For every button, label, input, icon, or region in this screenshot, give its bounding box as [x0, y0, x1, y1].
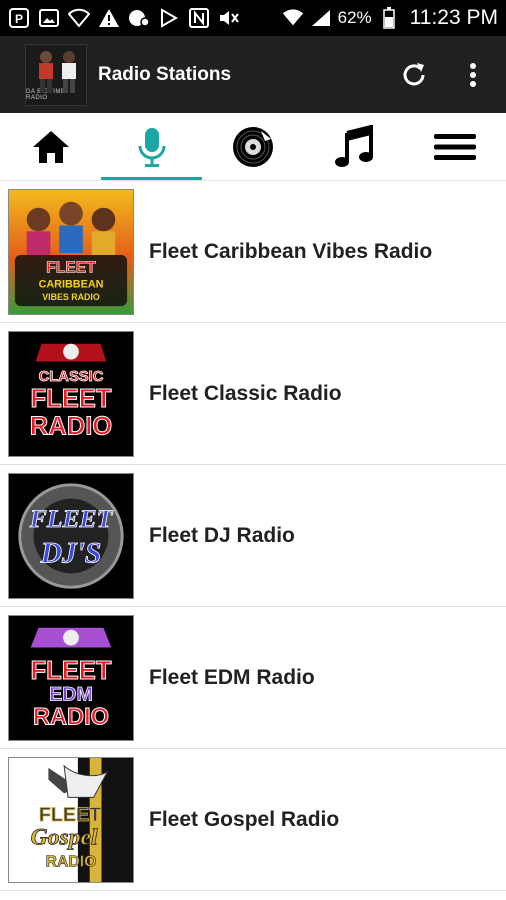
logo-line-3: VIBES RADIO	[42, 292, 100, 302]
page-title: Radio Stations	[98, 63, 232, 85]
logo-line-3: RADIO	[30, 412, 112, 440]
list-item[interactable]: FLEET CARIBBEAN VIBES RADIO Fleet Caribb…	[0, 181, 506, 323]
more-vertical-icon	[470, 62, 476, 87]
wifi-alert-icon	[68, 7, 90, 29]
svg-text:P: P	[15, 12, 23, 26]
app-bar: DA BIGTIME RADIO Radio Stations	[0, 36, 506, 113]
logo-line-1: CLASSIC	[39, 369, 104, 385]
tab-music[interactable]	[304, 113, 405, 180]
tab-bar	[0, 113, 506, 181]
warning-icon	[98, 7, 120, 29]
station-logo: FLEET EDM RADIO	[8, 614, 134, 741]
logo-line-1: FLEET	[39, 803, 101, 825]
microphone-icon	[138, 127, 166, 167]
nfc-icon	[188, 7, 210, 29]
music-note-icon	[335, 124, 374, 167]
overflow-menu-button[interactable]	[458, 51, 488, 99]
p-notification-icon: P	[8, 7, 30, 29]
battery-percentage: 62%	[337, 8, 372, 27]
home-icon	[32, 130, 69, 163]
station-name: Fleet Caribbean Vibes Radio	[149, 239, 433, 263]
refresh-button[interactable]	[390, 51, 438, 99]
logo-line-2: CARIBBEAN	[39, 278, 104, 290]
station-name: Fleet EDM Radio	[149, 665, 315, 689]
list-item[interactable]: FLEET Gospel RADIO Fleet Gospel Radio	[0, 749, 506, 891]
logo-line-1: FLEET	[46, 259, 96, 276]
tab-home[interactable]	[0, 113, 101, 180]
tab-radio[interactable]	[101, 113, 203, 180]
station-logo: FLEET CARIBBEAN VIBES RADIO	[8, 188, 134, 315]
tab-menu[interactable]	[405, 113, 506, 180]
logo-line-2: EDM	[49, 683, 93, 705]
station-logo: CLASSIC FLEET RADIO	[8, 330, 134, 457]
app-logo: DA BIGTIME RADIO	[25, 43, 87, 106]
list-item[interactable]: FLEET DJ'S Fleet DJ Radio	[0, 465, 506, 607]
clock: 11:23 PM	[409, 6, 498, 29]
status-bar: P 62% 11:23 PM	[0, 0, 506, 36]
wifi-icon	[282, 7, 304, 29]
list-item[interactable]: CLASSIC FLEET RADIO Fleet Classic Radio	[0, 323, 506, 465]
battery-icon	[378, 7, 400, 29]
logo-line-2: Gospel	[31, 824, 98, 850]
tab-albums[interactable]	[202, 113, 303, 180]
station-name: Fleet DJ Radio	[149, 523, 295, 547]
signal-icon	[310, 7, 332, 29]
list-item[interactable]: FLEET EDM RADIO Fleet EDM Radio	[0, 607, 506, 749]
logo-line-1: FLEET	[29, 504, 114, 533]
play-store-icon	[158, 7, 180, 29]
logo-line-2: FLEET	[30, 384, 111, 412]
station-logo: FLEET Gospel RADIO	[8, 756, 134, 883]
logo-line-2: DJ'S	[40, 537, 102, 569]
mute-icon	[218, 7, 240, 29]
station-name: Fleet Classic Radio	[149, 381, 342, 405]
logo-line-1: FLEET	[30, 656, 111, 684]
logo-line-3: RADIO	[46, 853, 97, 870]
station-name: Fleet Gospel Radio	[149, 807, 340, 831]
refresh-icon	[403, 62, 425, 85]
logo-line-3: RADIO	[33, 704, 109, 730]
station-logo: FLEET DJ'S	[8, 472, 134, 599]
image-notification-icon	[38, 7, 60, 29]
station-list: FLEET CARIBBEAN VIBES RADIO Fleet Caribb…	[0, 181, 506, 891]
menu-icon	[434, 133, 477, 160]
security-alert-icon	[128, 7, 150, 29]
vinyl-disc-icon	[233, 126, 273, 167]
